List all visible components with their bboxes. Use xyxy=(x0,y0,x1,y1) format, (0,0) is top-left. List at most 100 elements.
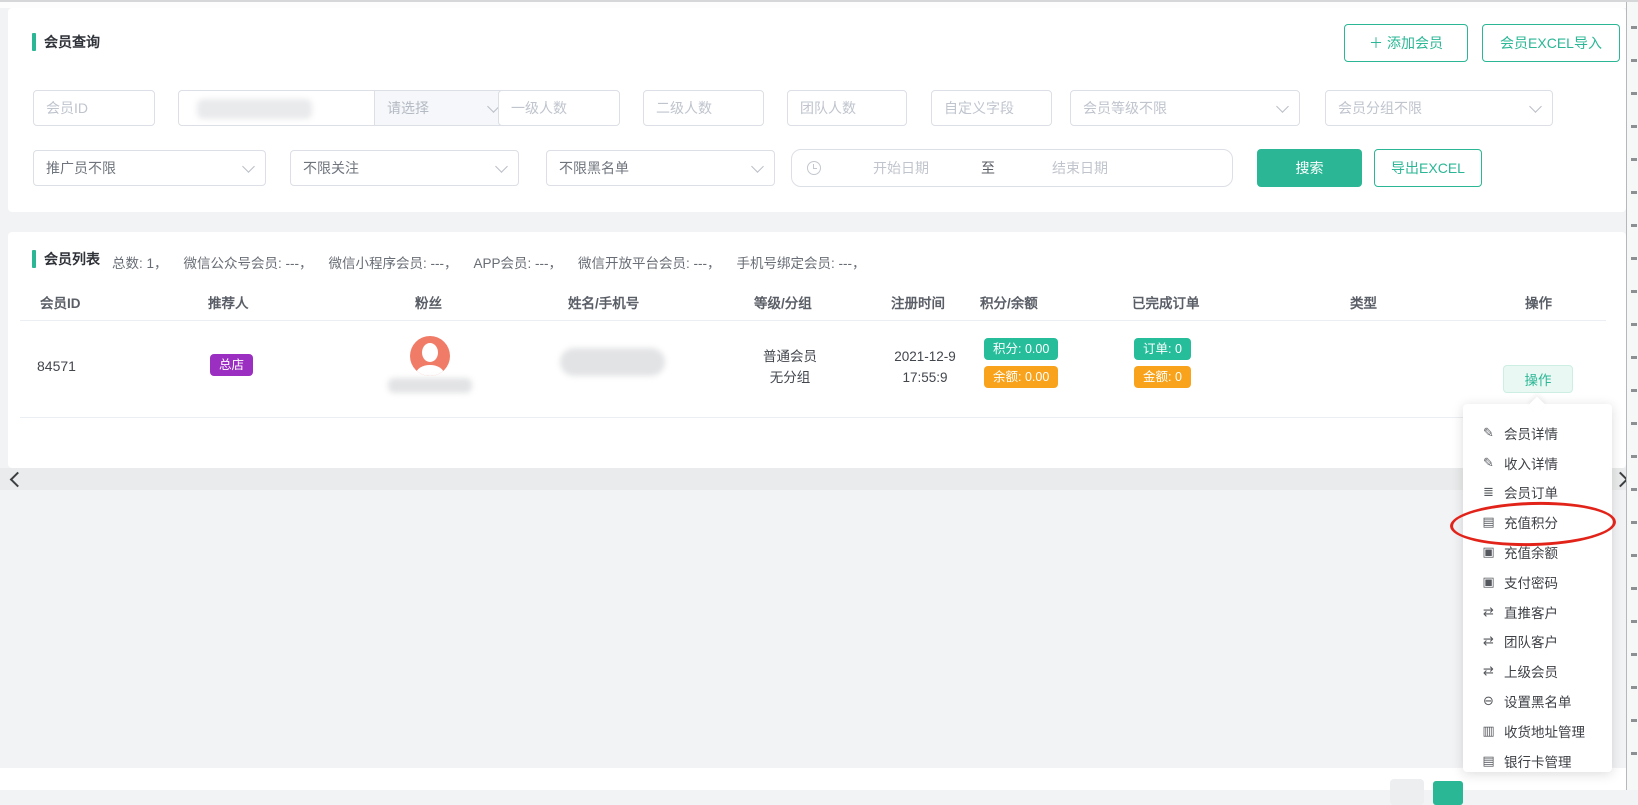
cell-grade-group: 普通会员 无分组 xyxy=(740,346,840,388)
promoter-select[interactable]: 推广员不限 xyxy=(33,150,266,186)
level2-count-input[interactable] xyxy=(643,90,764,126)
chevron-down-icon xyxy=(1276,100,1289,113)
menu-item-upline-member[interactable]: ⇄ 上级会员 xyxy=(1463,656,1612,686)
member-group-select[interactable]: 会员分组不限 xyxy=(1325,90,1553,126)
chevron-down-icon xyxy=(1529,100,1542,113)
action-dropdown-menu: ✎ 会员详情 ✎ 收入详情 ≣ 会员订单 ▤ 充值积分 ▣ 充值余额 ▣ 支付密… xyxy=(1463,404,1612,772)
menu-item-label: 支付密码 xyxy=(1504,572,1558,592)
member-grade-select-value: 会员等级不限 xyxy=(1083,98,1167,118)
member-stats-line: 总数: 1， 微信公众号会员: ---， 微信小程序会员: ---， APP会员… xyxy=(112,252,866,272)
member-id-input[interactable] xyxy=(33,90,155,126)
member-grade-select[interactable]: 会员等级不限 xyxy=(1070,90,1300,126)
table-row: 84571 总店 普通会员 无分组 2021-12-9 17:55:9 积分: … xyxy=(0,320,1626,417)
swap-arrows-icon: ⇄ xyxy=(1480,633,1497,649)
menu-item-label: 银行卡管理 xyxy=(1504,751,1572,771)
list-section-title: 会员列表 xyxy=(44,250,100,268)
member-admin-page: { "colors":{"accent":"#2bb795","badge_gr… xyxy=(0,0,1638,790)
truck-icon: ▥ xyxy=(1480,723,1497,739)
excel-import-button[interactable]: 会员EXCEL导入 xyxy=(1482,24,1620,62)
table-row-divider xyxy=(20,417,1606,418)
right-edge-clipped-content xyxy=(1626,2,1638,790)
blacklist-filter-select-value: 不限黑名单 xyxy=(559,158,629,178)
follow-filter-select[interactable]: 不限关注 xyxy=(290,150,519,186)
swap-arrows-icon: ⇄ xyxy=(1480,604,1497,620)
start-date-placeholder[interactable]: 开始日期 xyxy=(821,158,981,178)
horizontal-scroll-strip[interactable] xyxy=(0,468,1638,490)
redacted-input-value xyxy=(197,99,312,119)
date-range-picker[interactable]: 开始日期 至 结束日期 xyxy=(791,149,1233,187)
team-count-input[interactable] xyxy=(787,90,907,126)
menu-item-label: 上级会员 xyxy=(1504,661,1558,681)
pagination-page-button[interactable] xyxy=(1433,781,1463,805)
export-excel-label: 导出EXCEL xyxy=(1391,158,1465,178)
card-icon: ▤ xyxy=(1480,753,1497,769)
avatar-head xyxy=(422,343,438,362)
search-button-label: 搜索 xyxy=(1296,158,1324,178)
query-section-title: 会员查询 xyxy=(44,33,100,51)
menu-item-shipping-address[interactable]: ▥ 收货地址管理 xyxy=(1463,716,1612,746)
col-header-fans: 粉丝 xyxy=(415,292,442,312)
money-icon: ▣ xyxy=(1480,544,1497,560)
menu-item-label: 收入详情 xyxy=(1504,453,1558,473)
cell-completed-orders: 订单: 0 金额: 0 xyxy=(1134,338,1191,388)
export-excel-button[interactable]: 导出EXCEL xyxy=(1374,149,1482,187)
avatar-body xyxy=(416,365,444,376)
excel-import-label: 会员EXCEL导入 xyxy=(1500,33,1602,53)
amount-badge: 金额: 0 xyxy=(1134,366,1191,388)
balance-badge: 余额: 0.00 xyxy=(984,366,1058,388)
list-icon: ≣ xyxy=(1480,484,1497,500)
referrer-badge: 总店 xyxy=(210,354,253,376)
pagination-prev-button[interactable] xyxy=(1390,779,1424,805)
add-member-button[interactable]: ＋ 添加会员 xyxy=(1344,24,1468,62)
stat-app: APP会员: ---， xyxy=(474,252,563,272)
menu-item-bank-card[interactable]: ▤ 银行卡管理 xyxy=(1463,746,1612,776)
right-edge-text-fragments xyxy=(1631,26,1637,766)
follow-filter-select-value: 不限关注 xyxy=(303,158,359,178)
menu-item-income-detail[interactable]: ✎ 收入详情 xyxy=(1463,448,1612,478)
row-action-button[interactable]: 操作 xyxy=(1503,365,1573,393)
field-type-select[interactable]: 请选择 xyxy=(374,90,511,126)
menu-item-label: 设置黑名单 xyxy=(1504,691,1572,711)
reg-date-text: 2021-12-9 xyxy=(885,346,965,367)
add-member-label: 添加会员 xyxy=(1387,33,1443,53)
menu-item-member-detail[interactable]: ✎ 会员详情 xyxy=(1463,418,1612,448)
stat-miniprogram: 微信小程序会员: ---， xyxy=(329,252,458,272)
date-range-separator: 至 xyxy=(981,158,995,178)
stat-open-platform: 微信开放平台会员: ---， xyxy=(578,252,721,272)
ban-icon: ⊖ xyxy=(1480,693,1497,709)
chevron-down-icon xyxy=(751,160,764,173)
end-date-placeholder[interactable]: 结束日期 xyxy=(995,158,1165,178)
menu-item-label: 会员订单 xyxy=(1504,482,1558,502)
col-header-referrer: 推荐人 xyxy=(208,292,249,312)
custom-field-input[interactable] xyxy=(931,90,1052,126)
menu-item-label: 团队客户 xyxy=(1504,631,1558,651)
cell-member-id: 84571 xyxy=(37,358,76,374)
redacted-name-phone xyxy=(560,348,665,376)
level1-count-input[interactable] xyxy=(498,90,620,126)
member-group-select-value: 会员分组不限 xyxy=(1338,98,1422,118)
cell-points-balance: 积分: 0.00 余额: 0.00 xyxy=(984,338,1058,388)
promoter-select-value: 推广员不限 xyxy=(46,158,116,178)
cell-reg-time: 2021-12-9 17:55:9 xyxy=(885,346,965,388)
group-text: 无分组 xyxy=(740,367,840,388)
stat-wechat-official: 微信公众号会员: ---， xyxy=(184,252,313,272)
grade-text: 普通会员 xyxy=(740,346,840,367)
col-header-type: 类型 xyxy=(1350,292,1377,312)
search-button[interactable]: 搜索 xyxy=(1257,149,1362,187)
redacted-keyword-input[interactable] xyxy=(178,90,375,126)
col-header-grade-group: 等级/分组 xyxy=(754,292,812,312)
field-type-select-value: 请选择 xyxy=(387,98,429,118)
blacklist-filter-select[interactable]: 不限黑名单 xyxy=(546,150,775,186)
menu-item-label: 会员详情 xyxy=(1504,423,1558,443)
edit-icon: ✎ xyxy=(1480,455,1497,471)
col-header-points-balance: 积分/余额 xyxy=(980,292,1038,312)
col-header-name-phone: 姓名/手机号 xyxy=(568,292,639,312)
reg-time-text: 17:55:9 xyxy=(885,367,965,388)
col-header-completed-orders: 已完成订单 xyxy=(1132,292,1200,312)
stat-total: 总数: 1， xyxy=(112,252,168,272)
avatar xyxy=(410,336,450,376)
menu-item-pay-password[interactable]: ▣ 支付密码 xyxy=(1463,567,1612,597)
menu-item-direct-customers[interactable]: ⇄ 直推客户 xyxy=(1463,597,1612,627)
menu-item-set-blacklist[interactable]: ⊖ 设置黑名单 xyxy=(1463,686,1612,716)
menu-item-team-customers[interactable]: ⇄ 团队客户 xyxy=(1463,627,1612,657)
